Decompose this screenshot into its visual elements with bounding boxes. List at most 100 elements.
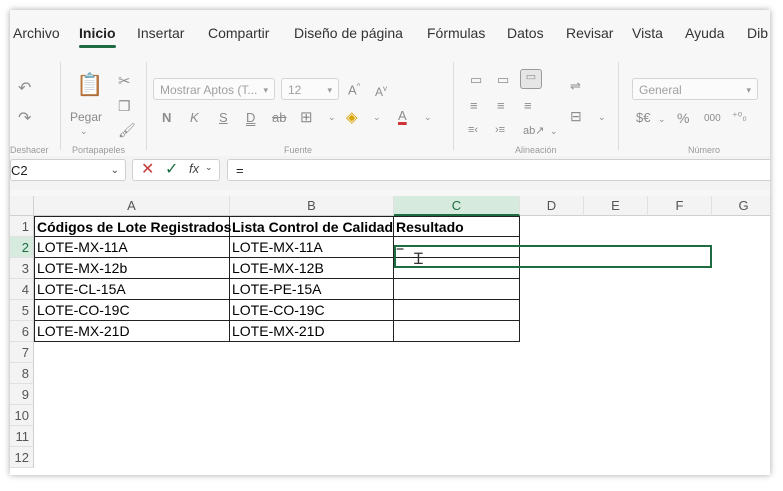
row-header-9[interactable]: 9 (10, 384, 34, 405)
cell-b1[interactable]: Lista Control de Calidad (230, 216, 394, 237)
increase-indent-icon[interactable]: ›≡ (495, 124, 505, 136)
align-right-icon[interactable]: ≡ (524, 98, 532, 113)
clipboard-group-label: Portapapeles (72, 145, 126, 155)
increase-font-icon[interactable]: A^ (348, 82, 360, 97)
chevron-down-icon[interactable]: ⌄ (424, 112, 432, 123)
font-color-icon[interactable]: A (398, 108, 407, 123)
undo-icon[interactable]: ↶ (18, 78, 31, 98)
cell-c5[interactable] (394, 300, 520, 321)
name-box[interactable]: C2 ⌄ (10, 159, 126, 181)
row-header-5[interactable]: 5 (10, 300, 34, 321)
underline-icon[interactable]: S (219, 110, 228, 125)
decrease-font-icon[interactable]: Av (375, 84, 387, 99)
column-header-d[interactable]: D (520, 196, 584, 216)
row-header-12[interactable]: 12 (10, 447, 34, 468)
tab-ayuda[interactable]: Ayuda (685, 25, 724, 41)
chevron-down-icon[interactable]: ⌄ (373, 112, 381, 123)
insert-function-icon[interactable]: fx (189, 161, 199, 176)
ribbon-tabs: Archivo Inicio Insertar Compartir Diseño… (10, 10, 770, 52)
cell-a4[interactable]: LOTE-CL-15A (34, 279, 230, 300)
tab-vista[interactable]: Vista (632, 25, 663, 41)
chevron-down-icon[interactable]: ⌄ (598, 112, 606, 123)
format-painter-icon[interactable]: 🖌 (118, 122, 136, 139)
tab-compartir[interactable]: Compartir (208, 25, 269, 41)
cell-b4[interactable]: LOTE-PE-15A (230, 279, 394, 300)
cancel-icon[interactable]: ✕ (141, 159, 154, 179)
chevron-down-icon[interactable]: ⌄ (550, 126, 558, 137)
chevron-down-icon[interactable]: ⌄ (658, 114, 666, 125)
borders-icon[interactable]: ⊞ (300, 108, 313, 126)
cell-a2[interactable]: LOTE-MX-11A (34, 237, 230, 258)
align-top-icon[interactable]: ▭ (470, 72, 482, 88)
undo-group-label: Deshacer (10, 145, 49, 155)
column-header-e[interactable]: E (584, 196, 648, 216)
strikethrough-icon[interactable]: ab (272, 110, 286, 125)
align-middle-icon[interactable]: ▭ (497, 72, 509, 88)
copy-icon[interactable]: ❐ (118, 98, 131, 115)
decrease-indent-icon[interactable]: ≡‹ (468, 124, 478, 136)
tab-datos[interactable]: Datos (507, 25, 544, 41)
tab-archivo[interactable]: Archivo (13, 25, 60, 41)
orientation-icon[interactable]: ab↗ (523, 124, 544, 137)
redo-icon[interactable]: ↷ (18, 108, 31, 128)
formula-input[interactable]: = (227, 159, 770, 181)
column-header-c[interactable]: C (394, 196, 520, 216)
row-header-6[interactable]: 6 (10, 321, 34, 342)
align-center-icon[interactable]: ≡ (497, 98, 505, 113)
align-left-icon[interactable]: ≡ (470, 98, 478, 113)
enter-icon[interactable]: ✓ (165, 159, 178, 179)
name-box-value: C2 (11, 163, 28, 178)
paste-icon[interactable]: 📋 (76, 72, 103, 98)
row-header-10[interactable]: 10 (10, 405, 34, 426)
column-header-b[interactable]: B (230, 196, 394, 216)
cell-b3[interactable]: LOTE-MX-12B (230, 258, 394, 279)
cell-a6[interactable]: LOTE-MX-21D (34, 321, 230, 342)
cell-b2[interactable]: LOTE-MX-11A (230, 237, 394, 258)
column-header-a[interactable]: A (34, 196, 230, 216)
cut-icon[interactable]: ✂ (118, 72, 131, 90)
tab-dibujar[interactable]: Dib (747, 25, 768, 41)
cell-a1[interactable]: Códigos de Lote Registrados (34, 216, 231, 237)
paste-chevron-icon[interactable]: ⌄ (80, 126, 88, 137)
merge-center-icon[interactable]: ⊟ (570, 108, 582, 125)
cell-c1[interactable]: Resultado (394, 216, 520, 237)
fill-color-icon[interactable]: ◈ (346, 108, 358, 126)
increase-decimal-icon[interactable]: ⁺⁰₀ (732, 110, 747, 123)
tab-diseno-pagina[interactable]: Diseño de página (294, 25, 403, 41)
chevron-down-icon[interactable]: ⌄ (328, 112, 336, 123)
column-header-g[interactable]: G (712, 196, 770, 216)
chevron-down-icon: ⌄ (205, 162, 213, 172)
cell-c4[interactable] (394, 279, 520, 300)
percent-style-icon[interactable]: % (677, 110, 689, 126)
wrap-text-icon[interactable]: ⇌ (570, 78, 581, 94)
bold-icon[interactable]: N (162, 110, 171, 125)
row-header-7[interactable]: 7 (10, 342, 34, 363)
tab-inicio[interactable]: Inicio (79, 25, 116, 48)
currency-format-icon[interactable]: $€ (636, 110, 650, 125)
select-all-corner[interactable] (10, 196, 34, 216)
tab-revisar[interactable]: Revisar (566, 25, 613, 41)
row-header-8[interactable]: 8 (10, 363, 34, 384)
column-header-f[interactable]: F (648, 196, 712, 216)
cell-a5[interactable]: LOTE-CO-19C (34, 300, 230, 321)
italic-icon[interactable]: K (190, 110, 199, 125)
cell-b6[interactable]: LOTE-MX-21D (230, 321, 394, 342)
row-header-3[interactable]: 3 (10, 258, 34, 279)
row-header-1[interactable]: 1 (10, 216, 34, 237)
number-format-value: General (639, 83, 682, 97)
font-name-dropdown[interactable]: Mostrar Aptos (T... ▾ (153, 78, 275, 100)
tab-formulas[interactable]: Fórmulas (427, 25, 485, 41)
row-header-4[interactable]: 4 (10, 279, 34, 300)
cell-a3[interactable]: LOTE-MX-12b (34, 258, 230, 279)
double-underline-icon[interactable]: D (246, 110, 255, 125)
tab-insertar[interactable]: Insertar (137, 25, 184, 41)
paste-label[interactable]: Pegar (70, 110, 102, 124)
align-bottom-icon[interactable]: ▭ (520, 69, 542, 89)
number-format-dropdown[interactable]: General ▾ (632, 78, 758, 100)
cell-c6[interactable] (394, 321, 520, 342)
font-size-dropdown[interactable]: 12 ▾ (281, 78, 339, 100)
cell-b5[interactable]: LOTE-CO-19C (230, 300, 394, 321)
comma-style-icon[interactable]: 000 (704, 113, 721, 124)
row-header-11[interactable]: 11 (10, 426, 34, 447)
row-header-2[interactable]: 2 (10, 237, 34, 258)
